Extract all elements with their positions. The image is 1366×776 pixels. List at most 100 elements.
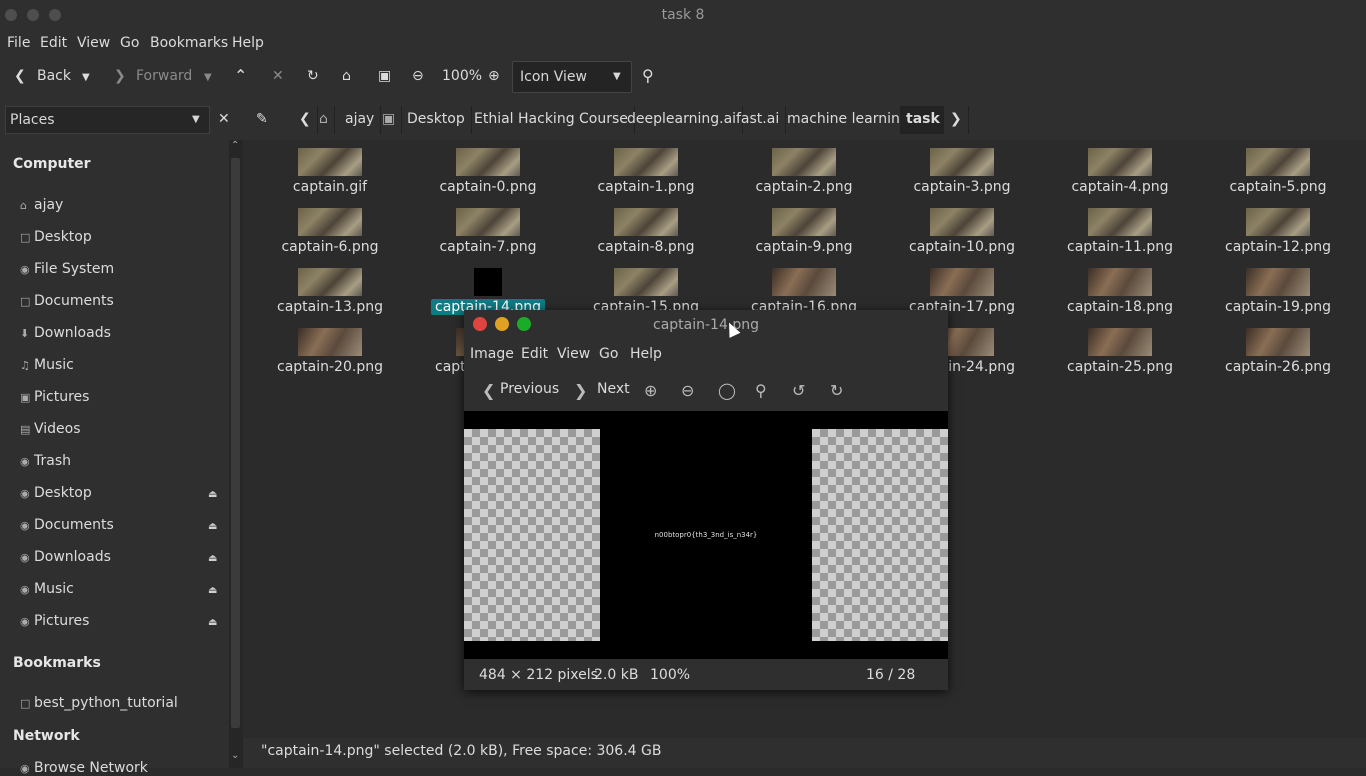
file-item[interactable]: captain-18.png <box>1045 268 1195 315</box>
breadcrumb-fastai[interactable]: fast.ai <box>730 106 787 134</box>
file-item[interactable]: captain-20.png <box>255 328 405 375</box>
breadcrumb-desktop[interactable]: Desktop <box>401 106 472 134</box>
places-select[interactable]: Places ▼ <box>5 106 210 134</box>
file-item[interactable]: captain-13.png <box>255 268 405 315</box>
toggle-location-entry-icon[interactable]: ✎ <box>256 111 268 127</box>
zoom-in-icon[interactable]: ⊕ <box>644 381 657 400</box>
zoom-in-icon[interactable]: ⊕ <box>488 68 500 84</box>
file-item[interactable]: captain-2.png <box>729 148 879 195</box>
next-button[interactable]: Next <box>597 381 630 397</box>
sidebar-item-music[interactable]: ♫ Music <box>20 357 74 373</box>
breadcrumb-ajay[interactable]: ajay <box>339 106 382 134</box>
menu-view[interactable]: View <box>77 35 110 51</box>
sidebar-item-documents[interactable]: □ Documents <box>20 293 114 309</box>
scroll-up-icon[interactable]: ⌃ <box>231 140 239 151</box>
sidebar-item-trash[interactable]: ◉ Trash <box>20 453 71 469</box>
viewer-menu-image[interactable]: Image <box>470 346 514 362</box>
file-item[interactable]: captain-14.png <box>413 268 563 315</box>
file-item[interactable]: captain.gif <box>255 148 405 195</box>
eject-icon[interactable]: ⏏ <box>208 553 217 564</box>
file-item[interactable]: captain-12.png <box>1203 208 1353 255</box>
sidebar-item-pictures[interactable]: ▣ Pictures <box>20 389 89 405</box>
menu-go[interactable]: Go <box>120 35 139 51</box>
close-sidebar-pane-icon[interactable]: ✕ <box>218 111 230 127</box>
file-item[interactable]: captain-1.png <box>571 148 721 195</box>
file-item[interactable]: captain-3.png <box>887 148 1037 195</box>
zoom-out-icon[interactable]: ⊖ <box>681 381 694 400</box>
status-bar: "captain-14.png" selected (2.0 kB), Free… <box>243 738 1366 768</box>
file-item[interactable]: captain-8.png <box>571 208 721 255</box>
crumb-scroll-right-icon[interactable]: ❯ <box>944 106 969 134</box>
reload-icon[interactable]: ↻ <box>307 68 319 84</box>
menu-edit[interactable]: Edit <box>40 35 67 51</box>
file-item[interactable]: captain-26.png <box>1203 328 1353 375</box>
breadcrumb-task-8[interactable]: task 8 <box>900 106 944 134</box>
sidebar-item-desktop[interactable]: □ Desktop <box>20 229 92 245</box>
rotate-right-icon[interactable]: ↻ <box>830 381 843 400</box>
file-thumbnail <box>930 268 994 296</box>
viewer-menu-view[interactable]: View <box>557 346 590 362</box>
music-icon: ♫ <box>20 359 30 372</box>
file-item[interactable]: captain-19.png <box>1203 268 1353 315</box>
back-history-chevron-icon[interactable]: ▼ <box>82 72 90 83</box>
file-item[interactable]: captain-7.png <box>413 208 563 255</box>
file-item[interactable]: captain-25.png <box>1045 328 1195 375</box>
menu-help[interactable]: Help <box>232 35 264 51</box>
eject-icon[interactable]: ⏏ <box>208 521 217 532</box>
file-item[interactable]: captain-11.png <box>1045 208 1195 255</box>
file-item[interactable]: captain-16.png <box>729 268 879 315</box>
image-canvas[interactable]: n00btopr0{th3_3nd_is_n34r} <box>464 411 948 659</box>
previous-button[interactable]: Previous <box>500 381 559 397</box>
sidebar-item-browse-network[interactable]: ◉ Browse Network <box>20 760 148 776</box>
sidebar-item-documents-mount[interactable]: ◉ Documents <box>20 517 114 533</box>
sidebar-bookmark[interactable]: □ best_python_tutorial <box>20 695 178 711</box>
file-item[interactable]: captain-5.png <box>1203 148 1353 195</box>
zoom-normal-icon[interactable]: ◯ <box>718 381 736 400</box>
file-thumbnail <box>772 148 836 176</box>
file-item[interactable]: captain-15.png <box>571 268 721 315</box>
sidebar-item-downloads[interactable]: ⬇ Downloads <box>20 325 111 341</box>
sidebar-item-ajay[interactable]: ⌂ ajay <box>20 197 63 213</box>
viewer-title-bar[interactable]: captain-14.png <box>464 310 948 340</box>
sidebar-item-downloads-mount[interactable]: ◉ Downloads <box>20 549 111 565</box>
sidebar-item-pictures-mount[interactable]: ◉ Pictures <box>20 613 89 629</box>
breadcrumb-ethical-hacking[interactable]: Ethial Hacking Course <box>468 106 635 134</box>
eject-icon[interactable]: ⏏ <box>208 489 217 500</box>
search-icon[interactable]: ⚲ <box>642 66 654 85</box>
breadcrumb-deeplearning[interactable]: deeplearning.ai <box>621 106 744 134</box>
stop-icon[interactable]: ✕ <box>272 68 284 84</box>
menu-bookmarks[interactable]: Bookmarks <box>150 35 228 51</box>
back-button[interactable]: Back <box>37 68 71 84</box>
home-icon[interactable]: ⌂ <box>342 68 351 84</box>
file-item[interactable]: captain-4.png <box>1045 148 1195 195</box>
up-icon[interactable]: ⌃ <box>234 66 247 85</box>
view-mode-select[interactable]: Icon View ▼ <box>512 61 632 93</box>
file-name: captain-25.png <box>1067 359 1173 375</box>
file-item[interactable]: captain-6.png <box>255 208 405 255</box>
forward-button[interactable]: Forward <box>136 68 192 84</box>
eject-icon[interactable]: ⏏ <box>208 585 217 596</box>
forward-history-chevron-icon[interactable]: ▼ <box>204 72 212 83</box>
file-thumbnail <box>298 268 362 296</box>
sidebar-item-desktop-mount[interactable]: ◉ Desktop <box>20 485 92 501</box>
computer-icon[interactable]: ▣ <box>378 68 391 84</box>
sidebar-item-file-system[interactable]: ◉ File System <box>20 261 114 277</box>
viewer-menu-edit[interactable]: Edit <box>521 346 548 362</box>
viewer-menu-go[interactable]: Go <box>599 346 618 362</box>
rotate-left-icon[interactable]: ↺ <box>792 381 805 400</box>
zoom-out-icon[interactable]: ⊖ <box>412 68 424 84</box>
sidebar-item-videos[interactable]: ▤ Videos <box>20 421 81 437</box>
file-item[interactable]: captain-0.png <box>413 148 563 195</box>
file-item[interactable]: captain-10.png <box>887 208 1037 255</box>
viewer-menu-help[interactable]: Help <box>630 346 662 362</box>
file-item[interactable]: captain-9.png <box>729 208 879 255</box>
file-item[interactable]: captain-17.png <box>887 268 1037 315</box>
breadcrumb-machine-learning[interactable]: machine learning <box>781 106 916 134</box>
eject-icon[interactable]: ⏏ <box>208 617 217 628</box>
sidebar-item-music-mount[interactable]: ◉ Music <box>20 581 74 597</box>
scrollbar-thumb[interactable] <box>231 158 240 728</box>
menu-file[interactable]: File <box>7 35 30 51</box>
zoom-fit-icon[interactable]: ⚲ <box>755 381 767 400</box>
scroll-down-icon[interactable]: ⌄ <box>231 750 239 761</box>
sidebar-scrollbar[interactable]: ⌃ ⌄ <box>229 140 243 768</box>
